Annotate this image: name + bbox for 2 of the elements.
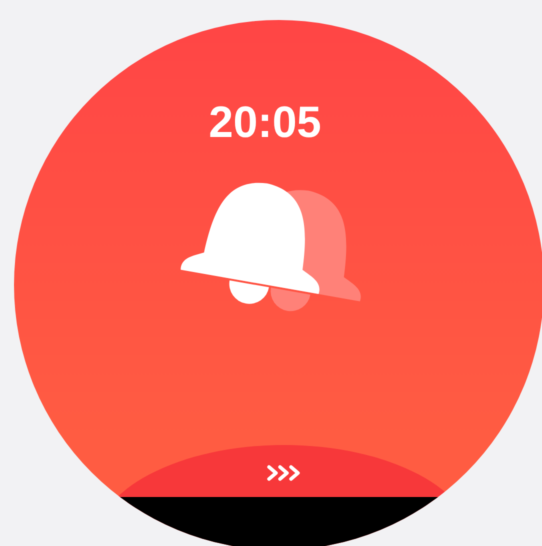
alarm-time: 20:05 (208, 98, 322, 148)
chevrons-icon (267, 465, 301, 481)
